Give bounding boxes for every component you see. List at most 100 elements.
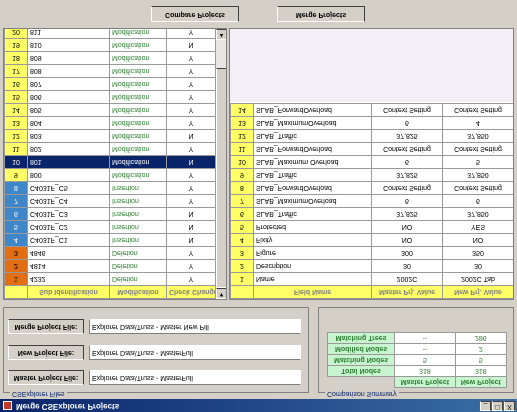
- modification-cell: Modification: [109, 51, 167, 65]
- column-header[interactable]: Master Prj. Value: [371, 285, 443, 299]
- merge-project-field[interactable]: Explorer Data\Truss - Master New Pill: [89, 319, 301, 334]
- table-row[interactable]: 3 Figure 300 350: [230, 246, 514, 260]
- check-changes-cell[interactable]: Y: [166, 259, 216, 273]
- new-project-label[interactable]: New Project File:: [8, 345, 84, 360]
- table-row[interactable]: 12 803 Modification N: [4, 129, 216, 143]
- table-row[interactable]: 10 801 Modification N: [4, 155, 216, 169]
- table-row[interactable]: 14 SLAB_ForwardOverload Context Setting Con…: [230, 103, 514, 117]
- column-header[interactable]: [4, 285, 28, 299]
- column-header[interactable]: Field Name: [253, 285, 372, 299]
- right-grid-panel: Field Name Master Prj. Value New Prj. Valu…: [229, 28, 514, 300]
- check-changes-cell[interactable]: N: [166, 129, 216, 143]
- master-value-cell: 30: [371, 259, 443, 273]
- table-row[interactable]: 19 810 Modification N: [4, 38, 216, 52]
- sub-identification-cell: 806: [27, 90, 110, 104]
- check-changes-cell[interactable]: Y: [166, 181, 216, 195]
- check-changes-cell[interactable]: N: [166, 155, 216, 169]
- master-project-field[interactable]: Explorer Data\Truss - MasterFull: [89, 370, 301, 385]
- compare-projects-button[interactable]: Compare Projects: [151, 6, 239, 22]
- new-value-cell: Context Setting: [442, 103, 514, 117]
- table-row[interactable]: 9 800 Modification Y: [4, 168, 216, 182]
- new-value-cell: 37,850: [442, 129, 514, 143]
- field-name-cell: SLAB_Traffic: [253, 168, 372, 182]
- new-value-cell: 6: [442, 194, 514, 208]
- table-row[interactable]: 8 C4031F_C5 Insertion Y: [4, 181, 216, 195]
- table-row[interactable]: 16 807 Modification Y: [4, 77, 216, 91]
- scroll-down-icon[interactable]: ▼: [216, 288, 227, 299]
- table-row[interactable]: 1 Name 2002C 2002C Tab: [230, 272, 514, 286]
- check-changes-cell[interactable]: Y: [166, 272, 216, 286]
- table-row[interactable]: 12 SLAB_Traffic 37,825 37,850: [230, 129, 514, 143]
- sub-identification-cell: 4814: [27, 259, 110, 273]
- column-header[interactable]: [230, 285, 254, 299]
- table-row[interactable]: 2 Description 30 30: [230, 259, 514, 273]
- check-changes-cell[interactable]: Y: [166, 194, 216, 208]
- check-changes-cell[interactable]: Y: [166, 77, 216, 91]
- table-row[interactable]: 5 C4031F_C2 Insertion N: [4, 220, 216, 234]
- merge-projects-button[interactable]: Merge Projects: [277, 6, 365, 22]
- check-changes-cell[interactable]: N: [166, 220, 216, 234]
- table-row[interactable]: 13 804 Modification Y: [4, 116, 216, 130]
- check-changes-cell[interactable]: Y: [166, 28, 216, 39]
- column-header[interactable]: Modification: [109, 285, 167, 299]
- table-row[interactable]: 6 SLAB_Traffic 37,825 37,850: [230, 207, 514, 221]
- column-header[interactable]: New Prj. Value: [442, 285, 514, 299]
- check-changes-cell[interactable]: Y: [166, 246, 216, 260]
- check-changes-cell[interactable]: Y: [166, 64, 216, 78]
- maximize-button[interactable]: □: [492, 401, 503, 411]
- table-row[interactable]: 9 SLAB_Traffic 37,825 37,850: [230, 168, 514, 182]
- summary-row-label: Matching Trees: [327, 332, 395, 344]
- minimize-button[interactable]: _: [480, 401, 491, 411]
- table-row[interactable]: 18 809 Modification Y: [4, 51, 216, 65]
- table-row[interactable]: 5 Protected NO YES: [230, 220, 514, 234]
- left-grid-scrollbar[interactable]: ▼ ▲: [215, 29, 227, 299]
- table-row[interactable]: 17 808 Modification Y: [4, 64, 216, 78]
- check-changes-cell[interactable]: N: [166, 233, 216, 247]
- table-row[interactable]: 14 805 Modification Y: [4, 103, 216, 117]
- table-row[interactable]: 6 C4031F_C3 Insertion N: [4, 207, 216, 221]
- table-row[interactable]: 2 4814 Deletion Y: [4, 259, 216, 273]
- column-header[interactable]: Check Changes: [166, 285, 216, 299]
- sub-identification-cell: 4846: [27, 246, 110, 260]
- table-row[interactable]: 20 811 Modification Y: [4, 28, 216, 39]
- table-row[interactable]: 8 SLAB_ForwardOverload Context Setting Cont…: [230, 181, 514, 195]
- table-row[interactable]: 1 4232 Deletion Y: [4, 272, 216, 286]
- check-changes-cell[interactable]: N: [166, 207, 216, 221]
- table-row[interactable]: 4 Fixity NO NO: [230, 233, 514, 247]
- table-row[interactable]: 3 4846 Deletion Y: [4, 246, 216, 260]
- check-changes-cell[interactable]: Y: [166, 168, 216, 182]
- table-row[interactable]: 15 806 Modification Y: [4, 90, 216, 104]
- master-project-label[interactable]: Master Project File:: [8, 370, 84, 385]
- new-value-cell: 4: [442, 116, 514, 130]
- row-number: 1: [4, 272, 28, 286]
- summary-row-label: Matching Nodes: [327, 354, 395, 366]
- row-number: 11: [230, 142, 254, 156]
- scroll-thumb[interactable]: [216, 68, 227, 288]
- sub-identification-cell: C4031F_C1: [27, 233, 110, 247]
- new-project-field[interactable]: Explorer Data\Truss - MasterFull: [89, 345, 301, 360]
- table-row[interactable]: 10 SLAB_Maximum Overload 6 5: [230, 155, 514, 169]
- table-row[interactable]: 4 C4031F_C1 Insertion N: [4, 233, 216, 247]
- check-changes-cell[interactable]: Y: [166, 142, 216, 156]
- field-name-cell: SLAB_Maximum Overload: [253, 155, 372, 169]
- check-changes-cell[interactable]: Y: [166, 51, 216, 65]
- table-row[interactable]: 13 SLAB_MaximumOverload 6 4: [230, 116, 514, 130]
- modification-cell: Insertion: [109, 181, 167, 195]
- scroll-up-icon[interactable]: ▲: [216, 29, 227, 40]
- table-row[interactable]: 7 SLAB_MaximumOverload 6 6: [230, 194, 514, 208]
- check-changes-cell[interactable]: Y: [166, 116, 216, 130]
- table-row[interactable]: 11 802 Modification Y: [4, 142, 216, 156]
- check-changes-cell[interactable]: Y: [166, 103, 216, 117]
- check-changes-cell[interactable]: N: [166, 38, 216, 52]
- close-button[interactable]: X: [504, 401, 515, 411]
- summary-header-corner: [327, 376, 395, 388]
- table-row[interactable]: 11 SLAB_ForwardOverload Context Setting Con…: [230, 142, 514, 156]
- sub-identification-cell: 811: [27, 28, 110, 39]
- table-row[interactable]: 7 C4031F_C4 Insertion Y: [4, 194, 216, 208]
- modification-cell: Deletion: [109, 272, 167, 286]
- merge-project-label[interactable]: Merge Project File:: [8, 319, 84, 334]
- field-name-cell: SLAB_ForwardOverload: [253, 181, 372, 195]
- check-changes-cell[interactable]: Y: [166, 90, 216, 104]
- column-header[interactable]: Sub Identification: [27, 285, 110, 299]
- row-number: 20: [4, 28, 28, 39]
